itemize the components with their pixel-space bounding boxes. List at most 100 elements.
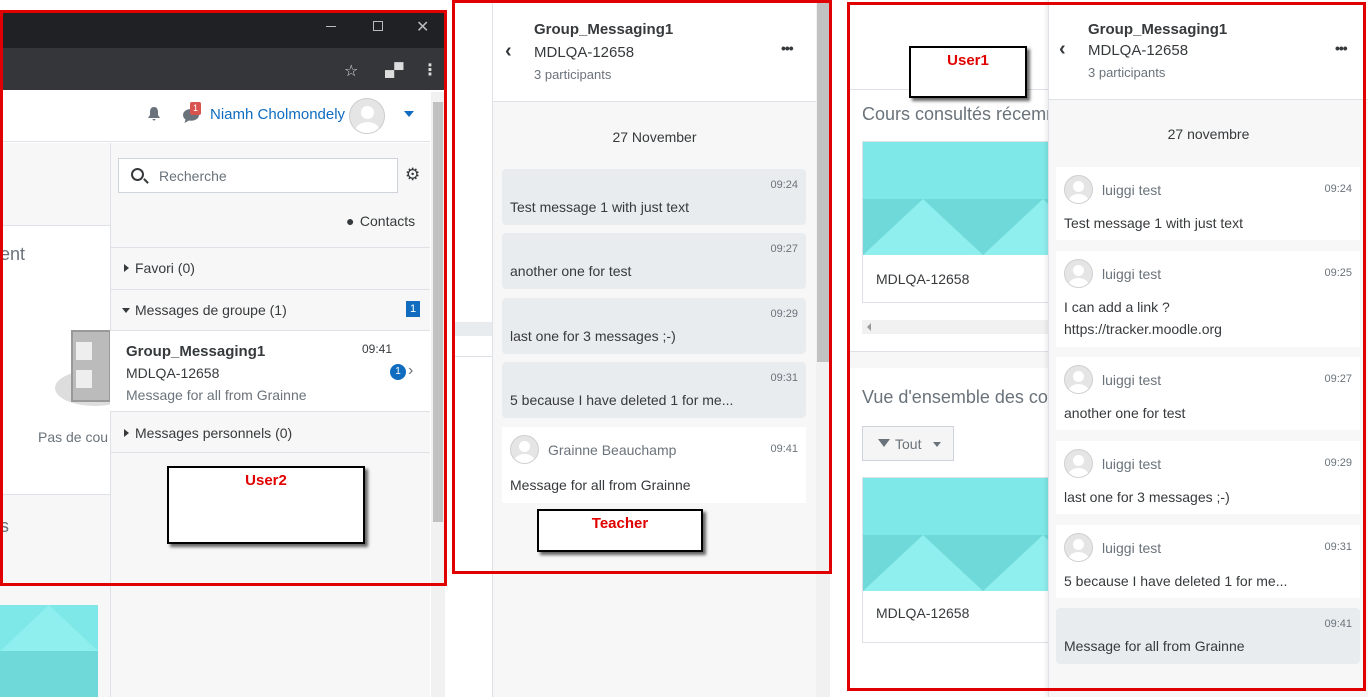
avatar: [1064, 533, 1093, 562]
more-options-icon[interactable]: •••: [1335, 40, 1348, 56]
horizontal-scrollbar[interactable]: [862, 320, 1052, 334]
incoming-message: luiggi test 09:25 I can add a link ? htt…: [1056, 251, 1360, 347]
conversation-time: 09:41: [362, 342, 393, 356]
course-image-partial: [0, 605, 98, 697]
teacher-panel: ‹ Group_Messaging1 MDLQA-12658 3 partici…: [452, 0, 832, 697]
message-text: last one for 3 messages ;-): [510, 328, 676, 344]
user1-panel: Cours consultés récemm MDLQA-12658 Vue d…: [847, 0, 1368, 697]
close-icon[interactable]: ✕: [416, 17, 429, 37]
minimize-icon[interactable]: [326, 26, 336, 27]
avatar: [1064, 259, 1093, 288]
chevron-down-icon: [933, 442, 941, 447]
conversation-item[interactable]: Group_Messaging1 09:41 MDLQA-12658 1 › M…: [110, 330, 430, 412]
incoming-message: luiggi test 09:27 another one for test: [1056, 357, 1360, 430]
participants-count: 3 participants: [1088, 65, 1166, 80]
conversation-subtitle: MDLQA-12658: [126, 365, 220, 381]
sender-name: luiggi test: [1102, 266, 1162, 282]
chat-subtitle: MDLQA-12658: [1088, 42, 1189, 59]
message-bubble: 09:24 Test message 1 with just text: [502, 169, 806, 225]
avatar: [1064, 175, 1093, 204]
personal-messages-section[interactable]: Messages personnels (0): [110, 413, 430, 453]
overview-heading: Vue d'ensemble des cou: [862, 387, 1058, 407]
sender-name: luiggi test: [1102, 372, 1162, 388]
user-name-link[interactable]: Niamh Cholmondely: [210, 106, 345, 123]
incoming-message: luiggi test 09:29 last one for 3 message…: [1056, 441, 1360, 514]
user2-panel: ✕ ☆ ▄▀ ⋮ 1 Niamh Cholmondely ent Pas de …: [0, 0, 447, 697]
filter-icon: [878, 439, 890, 447]
message-time: 09:31: [1324, 541, 1352, 553]
message-text: 5 because I have deleted 1 for me...: [510, 392, 734, 408]
favourites-label: Favori (0): [135, 260, 195, 276]
group-count-badge: 1: [406, 301, 420, 317]
maximize-icon[interactable]: [373, 21, 383, 31]
teacher-label: Teacher: [537, 509, 703, 552]
chat-header: ‹ Group_Messaging1 MDLQA-12658 3 partici…: [493, 0, 816, 102]
search-input[interactable]: Recherche: [118, 158, 398, 193]
avatar: [510, 435, 539, 464]
back-icon[interactable]: ‹: [505, 40, 512, 63]
personal-messages-label: Messages personnels (0): [135, 425, 293, 441]
message-time: 09:27: [770, 243, 798, 255]
message-time: 09:29: [1324, 457, 1352, 469]
partial-heading-2: s: [0, 516, 9, 536]
menu-kebab-icon[interactable]: ⋮: [422, 60, 438, 80]
scrollbar[interactable]: [816, 0, 830, 697]
chat-title: Group_Messaging1: [1088, 21, 1228, 38]
unread-badge: 1: [390, 364, 406, 380]
incoming-message: luiggi test 09:31 5 because I have delet…: [1056, 525, 1360, 598]
user2-label: User2: [167, 466, 365, 544]
message-text: another one for test: [510, 263, 632, 279]
bell-icon[interactable]: [147, 106, 161, 121]
chat-date: 27 November: [612, 129, 697, 145]
empty-courses-illustration: [55, 330, 135, 410]
partial-heading: ent: [0, 244, 26, 264]
avatar[interactable]: [349, 98, 385, 134]
message-time: 09:31: [770, 372, 798, 384]
course-image: [863, 142, 1053, 255]
course-name[interactable]: MDLQA-12658: [876, 271, 969, 287]
message-bubble: 09:31 5 because I have deleted 1 for me.…: [502, 362, 806, 418]
scrollbar[interactable]: [431, 92, 445, 697]
recent-courses-heading: Cours consultés récemm: [862, 104, 1062, 124]
chat-title: Group_Messaging1: [534, 21, 674, 38]
contacts-link[interactable]: ● Contacts: [346, 213, 415, 229]
sender-name: luiggi test: [1102, 182, 1162, 198]
chat-header: ‹ Group_Messaging1 MDLQA-12658 3 partici…: [1049, 0, 1368, 100]
search-placeholder: Recherche: [159, 168, 227, 184]
star-icon[interactable]: ☆: [344, 61, 358, 81]
message-text: 5 because I have deleted 1 for me...: [1064, 573, 1288, 589]
message-bubble: 09:29 last one for 3 messages ;-): [502, 298, 806, 354]
filter-label: Tout: [895, 436, 922, 452]
message-text: Message for all from Grainne: [1064, 638, 1245, 654]
favourites-section[interactable]: Favori (0): [110, 248, 430, 289]
message-text: Test message 1 with just text: [510, 199, 689, 215]
message-time: 09:25: [1324, 267, 1352, 279]
message-time: 09:29: [770, 308, 798, 320]
chat-subtitle: MDLQA-12658: [534, 44, 635, 61]
back-icon[interactable]: ‹: [1059, 38, 1066, 61]
course-card[interactable]: MDLQA-12658: [862, 141, 1053, 303]
message-time: 09:27: [1324, 373, 1352, 385]
conversation-title: Group_Messaging1: [126, 343, 266, 360]
message-text: last one for 3 messages ;-): [1064, 489, 1230, 505]
caret-right-icon: [124, 429, 129, 437]
more-options-icon[interactable]: •••: [781, 40, 794, 56]
user-icon: ●: [346, 213, 355, 229]
message-bubble: 09:27 another one for test: [502, 233, 806, 289]
message-text: Test message 1 with just text: [1064, 215, 1243, 231]
course-image: [863, 478, 1053, 591]
incognito-icon[interactable]: ▄▀: [385, 62, 403, 77]
chevron-down-icon[interactable]: [404, 111, 414, 117]
course-name[interactable]: MDLQA-12658: [876, 605, 969, 621]
filter-dropdown[interactable]: Tout: [862, 426, 954, 461]
message-text: another one for test: [1064, 405, 1186, 421]
avatar: [1064, 449, 1093, 478]
incoming-message: Grainne Beauchamp 09:41 Message for all …: [502, 427, 806, 503]
gear-icon[interactable]: ⚙: [405, 165, 420, 185]
group-messages-section[interactable]: Messages de groupe (1) 1: [110, 290, 430, 330]
caret-right-icon: [124, 264, 129, 272]
course-card[interactable]: MDLQA-12658: [862, 477, 1053, 643]
message-text: I can add a link ?: [1064, 299, 1170, 315]
message-link[interactable]: https://tracker.moodle.org: [1064, 321, 1222, 337]
empty-courses-text: Pas de cou: [38, 429, 109, 445]
